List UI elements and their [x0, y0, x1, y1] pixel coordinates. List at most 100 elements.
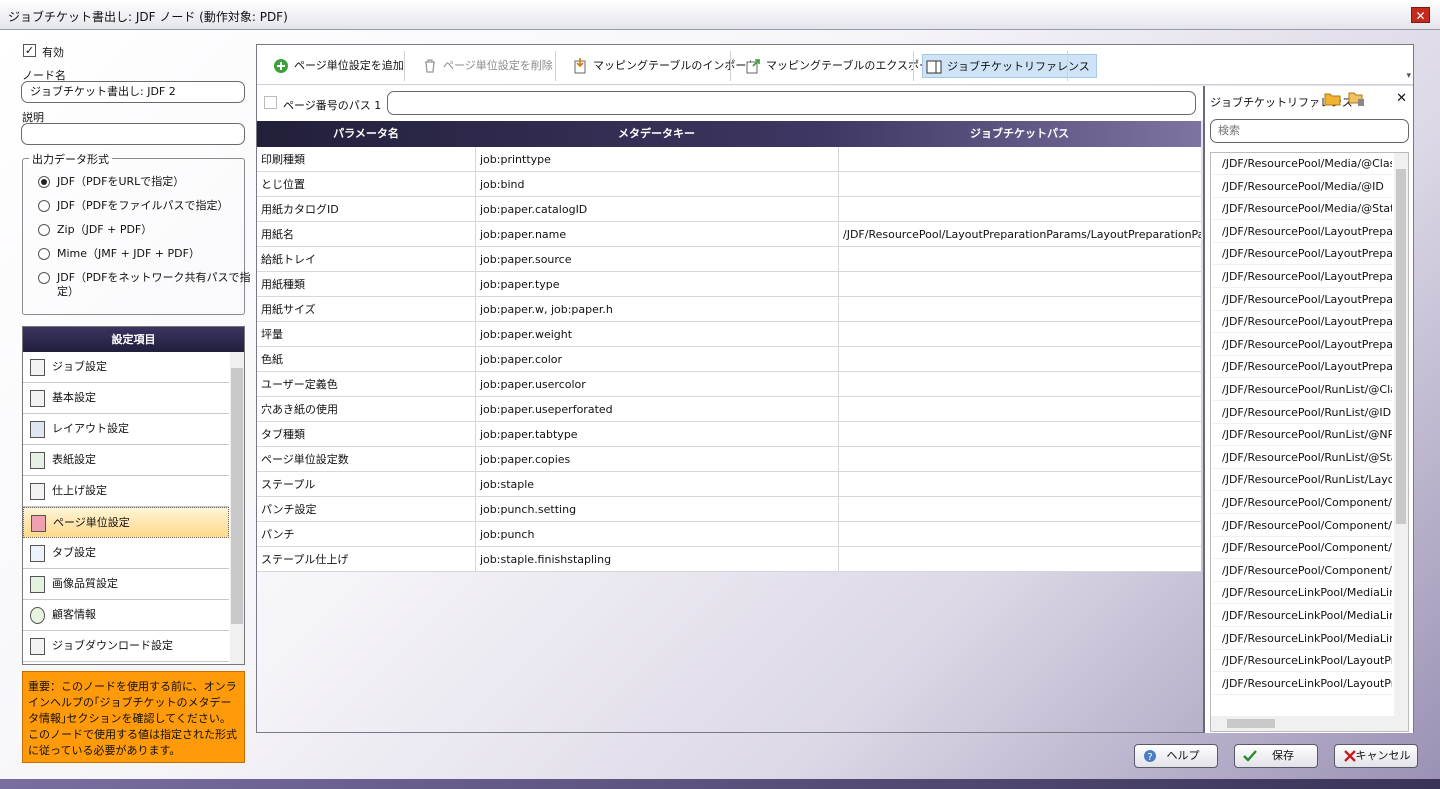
parameter-cell[interactable]: パンチ設定	[257, 497, 475, 522]
parameter-cell[interactable]: 給紙トレイ	[257, 247, 475, 272]
jobticket-path-cell[interactable]	[838, 422, 1201, 447]
jobticket-path-cell[interactable]	[838, 347, 1201, 372]
reference-vscroll-thumb[interactable]	[1396, 169, 1406, 524]
output-option-filepath[interactable]: JDF（PDFをファイルパスで指定）	[38, 199, 228, 213]
settings-scroll-thumb[interactable]	[231, 368, 243, 624]
reference-item[interactable]: /JDF/ResourcePool/Component/@	[1212, 492, 1392, 514]
parameter-cell[interactable]: 用紙カタログID	[257, 197, 475, 222]
output-option-network[interactable]: JDF（PDFをネットワーク共有パスで指 定）	[38, 271, 250, 299]
jobticket-path-cell[interactable]	[838, 497, 1201, 522]
reference-vscrollbar[interactable]	[1394, 153, 1408, 716]
jobticket-path-cell[interactable]	[838, 447, 1201, 472]
metadata-key-cell[interactable]: job:staple.finishstapling	[475, 547, 838, 572]
table-row[interactable]: 用紙カタログID job:paper.catalogID	[257, 197, 1201, 222]
parameter-cell[interactable]: 穴あき紙の使用	[257, 397, 475, 422]
output-option-url[interactable]: JDF（PDFをURLで指定）	[38, 175, 184, 189]
table-row[interactable]: 色紙 job:paper.color	[257, 347, 1201, 372]
parameter-cell[interactable]: ステープル	[257, 472, 475, 497]
settings-item-image-quality[interactable]: 画像品質設定	[23, 569, 229, 600]
metadata-key-cell[interactable]: job:staple	[475, 472, 838, 497]
table-row[interactable]: 用紙種類 job:paper.type	[257, 272, 1201, 297]
settings-item-page-unit[interactable]: ページ単位設定	[23, 507, 229, 538]
parameter-cell[interactable]: とじ位置	[257, 172, 475, 197]
table-row[interactable]: タブ種類 job:paper.tabtype	[257, 422, 1201, 447]
reference-item[interactable]: /JDF/ResourcePool/LayoutPrepara	[1212, 266, 1392, 288]
settings-scrollbar[interactable]	[230, 352, 244, 664]
jobticket-path-cell[interactable]	[838, 147, 1201, 172]
reference-item[interactable]: /JDF/ResourcePool/Component/@	[1212, 515, 1392, 537]
parameter-cell[interactable]: パンチ	[257, 522, 475, 547]
save-button[interactable]: 保存	[1234, 744, 1318, 768]
reference-item[interactable]: /JDF/ResourcePool/RunList/@NPa	[1212, 424, 1392, 447]
metadata-key-cell[interactable]: job:bind	[475, 172, 838, 197]
metadata-key-cell[interactable]: job:paper.color	[475, 347, 838, 372]
metadata-key-cell[interactable]: job:paper.weight	[475, 322, 838, 347]
column-header-metadata-key[interactable]: メタデータキー	[475, 121, 838, 147]
parameter-cell[interactable]: 印刷種類	[257, 147, 475, 172]
metadata-key-cell[interactable]: job:paper.name	[475, 222, 838, 247]
table-row[interactable]: 用紙名 job:paper.name/JDF/ResourcePool/Layou…	[257, 222, 1201, 247]
page-path-checkbox[interactable]	[264, 96, 277, 109]
metadata-key-cell[interactable]: job:paper.source	[475, 247, 838, 272]
parameter-cell[interactable]: 坪量	[257, 322, 475, 347]
metadata-key-cell[interactable]: job:paper.tabtype	[475, 422, 838, 447]
table-row[interactable]: 給紙トレイ job:paper.source	[257, 247, 1201, 272]
reference-item[interactable]: /JDF/ResourceLinkPool/LayoutPre	[1212, 650, 1392, 673]
jobticket-path-cell[interactable]	[838, 272, 1201, 297]
settings-item-tab[interactable]: タブ設定	[23, 538, 229, 569]
settings-item-basic[interactable]: 基本設定	[23, 383, 229, 414]
reference-item[interactable]: /JDF/ResourcePool/LayoutPrepara	[1212, 221, 1392, 243]
settings-item-download[interactable]: ジョブダウンロード設定	[23, 631, 229, 662]
delete-page-setting-button[interactable]: ページ単位設定を削除	[419, 54, 553, 78]
reference-item[interactable]: /JDF/ResourcePool/RunList/@ID	[1212, 402, 1392, 424]
settings-item-finishing[interactable]: 仕上げ設定	[23, 476, 229, 507]
reference-hscrollbar[interactable]	[1211, 716, 1408, 731]
reference-item[interactable]: /JDF/ResourcePool/RunList/@Clas	[1212, 379, 1392, 401]
table-row[interactable]: 印刷種類 job:printtype	[257, 147, 1201, 172]
table-row[interactable]: 坪量 job:paper.weight	[257, 322, 1201, 347]
metadata-key-cell[interactable]: job:punch	[475, 522, 838, 547]
reference-item[interactable]: /JDF/ResourceLinkPool/MediaLink	[1212, 628, 1392, 650]
metadata-key-cell[interactable]: job:punch.setting	[475, 497, 838, 522]
metadata-key-cell[interactable]: job:paper.useperforated	[475, 397, 838, 422]
settings-item-customer[interactable]: 顧客情報	[23, 600, 229, 631]
description-field[interactable]	[21, 123, 245, 145]
reference-item[interactable]: /JDF/ResourcePool/RunList/Layou	[1212, 469, 1392, 492]
metadata-key-cell[interactable]: job:paper.usercolor	[475, 372, 838, 397]
reference-search-input[interactable]	[1210, 119, 1409, 143]
table-row[interactable]: ステープル仕上げ job:staple.finishstapling	[257, 547, 1201, 572]
parameter-cell[interactable]: タブ種類	[257, 422, 475, 447]
metadata-key-cell[interactable]: job:paper.catalogID	[475, 197, 838, 222]
column-header-jobticket-path[interactable]: ジョブチケットパス	[838, 121, 1201, 147]
reference-item[interactable]: /JDF/ResourceLinkPool/MediaLink	[1212, 605, 1392, 627]
settings-item-cover[interactable]: 表紙設定	[23, 445, 229, 476]
reference-item[interactable]: /JDF/ResourcePool/LayoutPrepara	[1212, 289, 1392, 311]
close-window-button[interactable]: ✕	[1411, 7, 1430, 23]
jobticket-path-cell[interactable]	[838, 172, 1201, 197]
table-row[interactable]: 穴あき紙の使用 job:paper.useperforated	[257, 397, 1201, 422]
jobticket-path-cell[interactable]	[838, 322, 1201, 347]
export-mapping-button[interactable]: マッピングテーブルのエクスポート	[742, 54, 941, 78]
column-header-parameter[interactable]: パラメータ名	[257, 121, 475, 147]
enabled-checkbox[interactable]: ✓	[23, 44, 36, 57]
jobticket-path-cell[interactable]	[838, 247, 1201, 272]
reference-item[interactable]: /JDF/ResourceLinkPool/MediaLink	[1212, 582, 1392, 605]
reference-item[interactable]: /JDF/ResourcePool/Component/@	[1212, 560, 1392, 582]
parameter-cell[interactable]: 色紙	[257, 347, 475, 372]
jobticket-path-cell[interactable]	[838, 547, 1201, 572]
output-option-mime[interactable]: Mime（JMF + JDF + PDF）	[38, 247, 200, 261]
metadata-key-cell[interactable]: job:paper.w, job:paper.h	[475, 297, 838, 322]
reference-item[interactable]: /JDF/ResourcePool/LayoutPrepara	[1212, 243, 1392, 266]
metadata-key-cell[interactable]: job:paper.copies	[475, 447, 838, 472]
page-path-field[interactable]	[387, 91, 1196, 115]
jobticket-path-cell[interactable]	[838, 472, 1201, 497]
output-option-zip[interactable]: Zip（JDF + PDF）	[38, 223, 152, 237]
reference-item[interactable]: /JDF/ResourcePool/LayoutPrepara	[1212, 356, 1392, 379]
reference-hscroll-thumb[interactable]	[1227, 719, 1275, 728]
parameter-cell[interactable]: ユーザー定義色	[257, 372, 475, 397]
settings-item-layout[interactable]: レイアウト設定	[23, 414, 229, 445]
parameter-cell[interactable]: ステープル仕上げ	[257, 547, 475, 572]
reference-item[interactable]: /JDF/ResourcePool/Component/@	[1212, 537, 1392, 560]
folder-delete-icon[interactable]	[1348, 91, 1366, 107]
parameter-cell[interactable]: ページ単位設定数	[257, 447, 475, 472]
